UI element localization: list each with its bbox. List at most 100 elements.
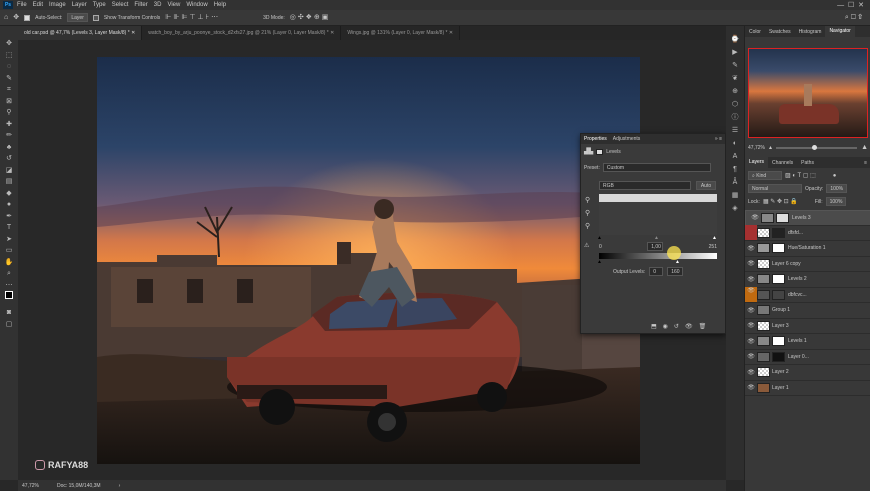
navigator-zoom[interactable]: 47,72% — [748, 145, 765, 151]
menu-view[interactable]: View — [167, 2, 180, 8]
layer-mask-thumbnail[interactable] — [772, 243, 785, 254]
document-size[interactable]: Doc: 15,0M/140,3M — [57, 483, 101, 489]
3d-tools-icons[interactable]: ◎ ✣ ❖ ⊕ ▣ — [290, 14, 329, 22]
layer-mask-thumbnail[interactable] — [772, 227, 785, 238]
layer-row[interactable]: 👁 Group 1 — [745, 303, 870, 319]
layer-thumbnail[interactable] — [761, 212, 774, 223]
layer-thumbnail[interactable] — [757, 305, 770, 316]
layer-row[interactable]: 👁 Levels 3 — [745, 210, 870, 226]
clone-source-icon[interactable]: ⊕ — [732, 86, 738, 99]
workspace-icons[interactable]: ⌕ ▢ ⇧ — [845, 14, 862, 22]
zoom-out-icon[interactable]: ▴ — [769, 144, 772, 151]
brush-settings-icon[interactable]: ✎ — [732, 60, 738, 73]
visibility-eye-icon[interactable]: 👁 — [745, 353, 757, 360]
info-icon[interactable]: ⓘ — [732, 112, 739, 125]
glyphs-icon[interactable]: Ǟ — [733, 177, 738, 190]
layer-mask-thumbnail[interactable] — [772, 274, 785, 285]
layer-thumbnail[interactable] — [757, 320, 770, 331]
layer-mask-thumbnail[interactable] — [776, 212, 789, 223]
auto-select-target-dropdown[interactable]: Layer — [67, 13, 88, 22]
tab-wings[interactable]: Wings.jpg @ 131% (Layer 0, Layer Mask/8)… — [341, 26, 461, 40]
menu-layer[interactable]: Layer — [72, 2, 87, 8]
eyedropper-tool-icon[interactable]: ⚲ — [6, 107, 11, 119]
preset-dropdown[interactable]: Custom — [602, 163, 711, 172]
tab-watch-boy[interactable]: watch_boy_by_arju_poonye_stock_d2xfs27.j… — [142, 26, 342, 40]
lasso-tool-icon[interactable]: ◌ — [7, 61, 11, 73]
document-canvas-image[interactable] — [97, 57, 640, 464]
visibility-eye-icon[interactable]: 👁 — [745, 322, 757, 329]
align-icons[interactable]: ⊩ ⊪ ⊫ ⊤ ⊥ ⊦ ⋯ — [165, 14, 218, 22]
layer-row[interactable]: 👁 Layer 2 — [745, 365, 870, 381]
navigator-zoom-slider[interactable] — [775, 144, 858, 150]
channel-dropdown[interactable]: RGB — [599, 181, 691, 190]
panel-menu-icon[interactable]: ≡ — [860, 160, 870, 166]
close-icon[interactable]: ✕ — [449, 30, 453, 36]
home-icon[interactable]: ⌂ — [4, 14, 8, 22]
eyedropper-gray-icon[interactable]: ⚲ — [585, 209, 590, 217]
layer-mask-thumbnail[interactable] — [772, 351, 785, 362]
layer-thumbnail[interactable] — [757, 227, 770, 238]
layer-row[interactable]: 👁 Layer 0... — [745, 350, 870, 365]
menu-window[interactable]: Window — [186, 2, 207, 8]
layer-thumbnail[interactable] — [757, 336, 770, 347]
tab-histogram[interactable]: Histogram — [795, 29, 826, 35]
navigator-preview[interactable] — [748, 48, 868, 138]
shape-tool-icon[interactable]: ▭ — [6, 245, 13, 257]
brush-tool-icon[interactable]: ✏ — [6, 130, 12, 142]
menu-type[interactable]: Type — [93, 2, 106, 8]
screen-mode-icon[interactable]: ▢ — [6, 319, 13, 331]
layer-thumbnail[interactable] — [757, 367, 770, 378]
3d-icon[interactable]: ⬡ — [732, 99, 738, 112]
layer-thumbnail[interactable] — [757, 274, 770, 285]
visibility-eye-icon[interactable]: 👁 — [749, 214, 761, 222]
input-gamma-value[interactable]: 1,00 — [647, 242, 664, 251]
blend-mode-dropdown[interactable]: Normal — [748, 184, 802, 193]
marquee-tool-icon[interactable]: ⬚ — [6, 50, 13, 62]
color-swatches-icon[interactable] — [5, 291, 13, 307]
visibility-icon[interactable]: 👁 — [685, 323, 693, 330]
type-tool-icon[interactable]: T — [7, 222, 11, 234]
layer-thumbnail[interactable] — [757, 382, 770, 393]
layer-mask-thumbnail[interactable] — [772, 336, 785, 347]
tab-paths[interactable]: Paths — [797, 160, 818, 166]
tab-swatches[interactable]: Swatches — [765, 29, 795, 35]
pen-tool-icon[interactable]: ✒ — [6, 211, 12, 223]
path-select-tool-icon[interactable]: ➤ — [6, 234, 12, 246]
filter-toggle-icon[interactable]: ● — [833, 173, 837, 179]
panel-menu-icon[interactable]: » ≡ — [715, 136, 722, 142]
menu-image[interactable]: Image — [49, 2, 66, 8]
warning-icon[interactable]: ⚠ — [584, 242, 589, 249]
output-black-field[interactable]: 0 — [649, 267, 664, 276]
visibility-eye-icon[interactable] — [745, 225, 757, 241]
close-icon[interactable]: ✕ — [131, 30, 135, 36]
menu-3d[interactable]: 3D — [154, 2, 162, 8]
layer-mask-thumbnail[interactable] — [772, 289, 785, 300]
move-tool-icon[interactable]: ✥ — [6, 38, 12, 50]
adjustments-icon[interactable]: ◐ — [733, 138, 737, 151]
output-sliders[interactable]: ▲ ▲ — [597, 259, 717, 265]
frame-tool-icon[interactable]: ⊠ — [6, 96, 12, 108]
layer-row[interactable]: 👁 Layer 6 copy — [745, 257, 870, 272]
chevron-right-icon[interactable]: › — [119, 483, 121, 489]
visibility-eye-icon[interactable]: 👁 — [745, 369, 757, 376]
visibility-eye-icon[interactable]: 👁 — [745, 384, 757, 391]
history-icon[interactable]: ⌚ — [731, 34, 740, 47]
auto-button[interactable]: Auto — [696, 181, 716, 190]
layer-row[interactable]: 👁 Layer 3 — [745, 319, 870, 334]
crop-tool-icon[interactable]: ⌗ — [7, 84, 11, 96]
tab-old-car[interactable]: old car.psd @ 47,7% (Levels 3, Layer Mas… — [18, 26, 143, 40]
layer-thumbnail[interactable] — [757, 289, 770, 300]
visibility-eye-icon[interactable]: 👁 — [745, 260, 757, 267]
layer-thumbnail[interactable] — [757, 351, 770, 362]
input-sliders[interactable]: ▲ ▲ ▲ — [597, 235, 717, 241]
menu-select[interactable]: Select — [112, 2, 129, 8]
clip-to-layer-icon[interactable]: ⬒ — [651, 323, 657, 330]
filter-icons[interactable]: ▨ ◐ T ▢ ⬚ — [785, 172, 816, 179]
visibility-eye-icon[interactable]: 👁 — [745, 287, 757, 303]
styles-icon[interactable]: ◈ — [732, 203, 737, 216]
lock-icons[interactable]: ▦ ✎ ✥ ⊡ 🔒 — [763, 198, 798, 205]
eyedropper-white-icon[interactable]: ⚲ — [585, 222, 590, 230]
auto-select-checkbox[interactable] — [24, 14, 31, 21]
menu-filter[interactable]: Filter — [134, 2, 147, 8]
tab-color[interactable]: Color — [745, 29, 765, 35]
